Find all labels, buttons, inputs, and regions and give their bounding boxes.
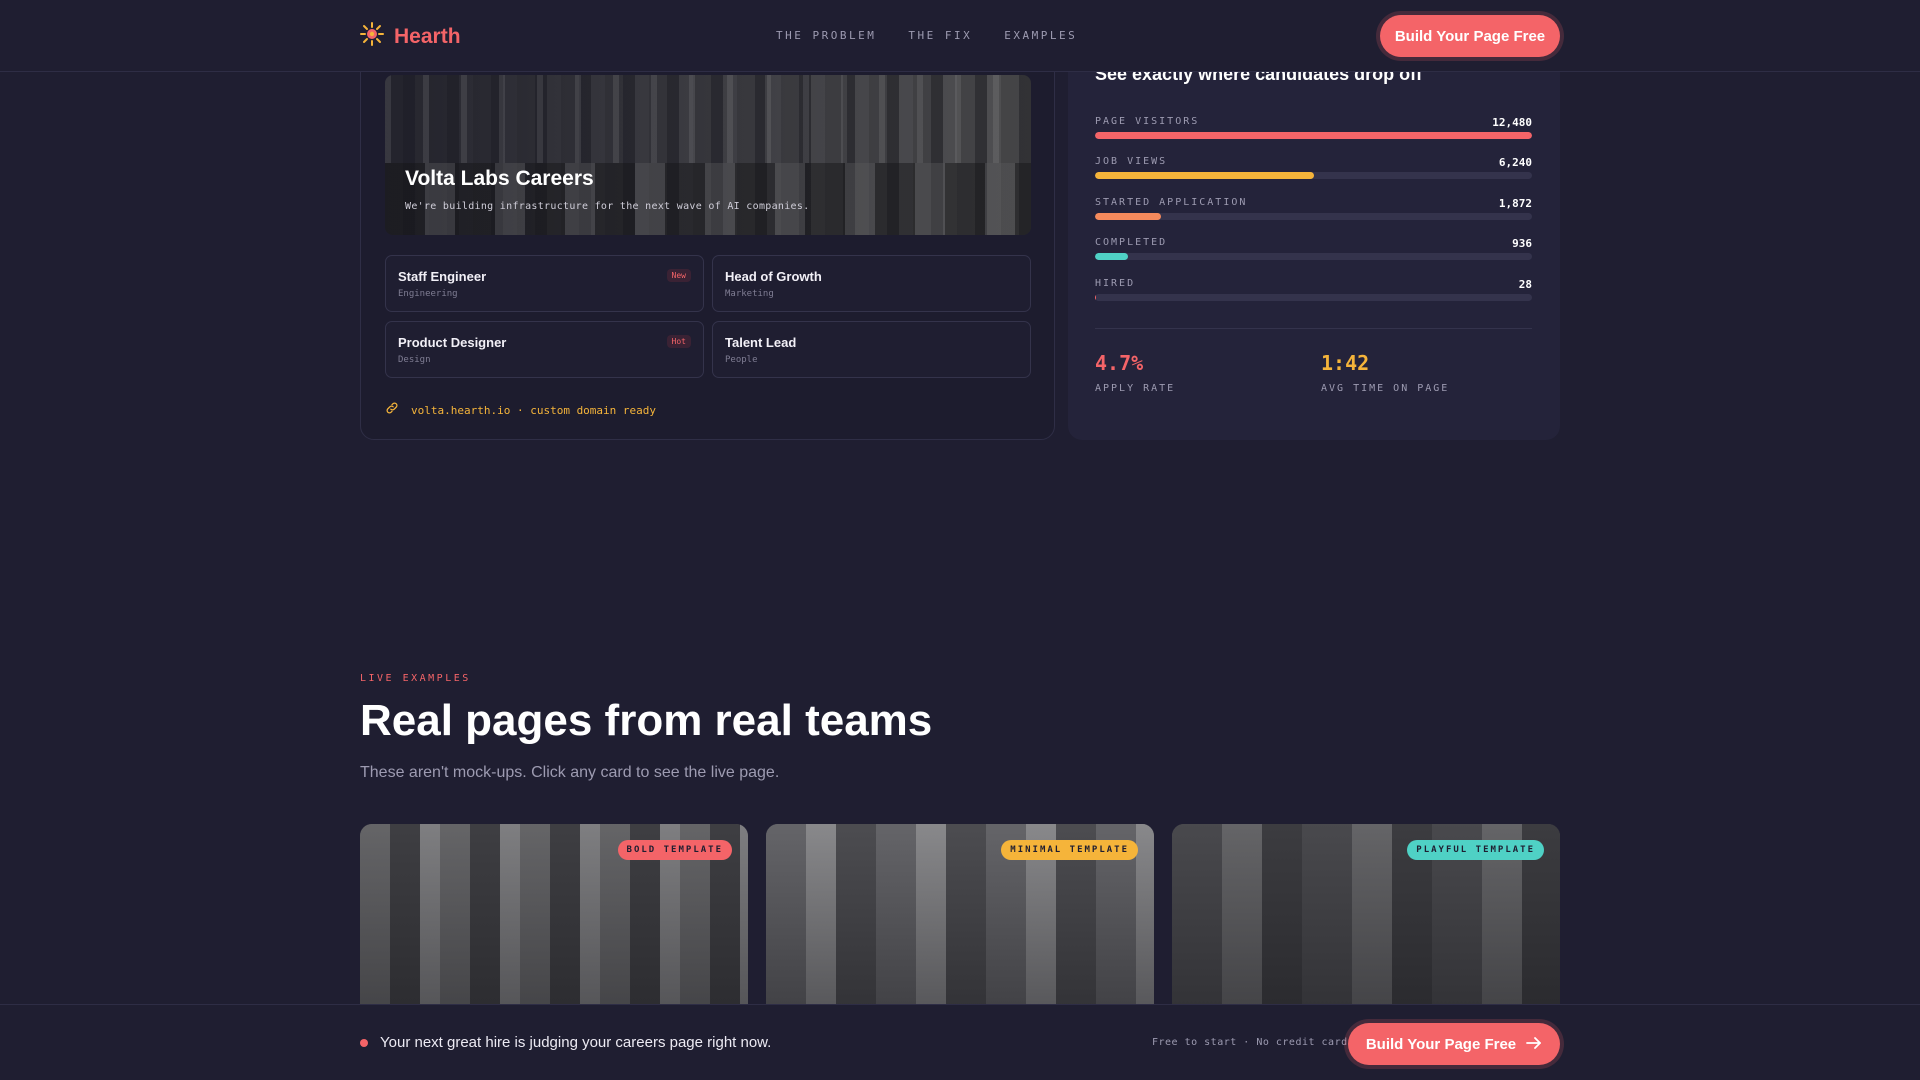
funnel-card: See exactly where candidates drop off PA… bbox=[1068, 48, 1560, 440]
example-badge: MINIMAL TEMPLATE bbox=[1001, 840, 1138, 860]
example-badge: BOLD TEMPLATE bbox=[617, 840, 732, 860]
example-card-bold[interactable]: BOLD TEMPLATE bbox=[360, 824, 748, 1014]
funnel-divider bbox=[1095, 328, 1532, 329]
custom-domain-line: volta.hearth.io · custom domain ready bbox=[385, 401, 656, 420]
funnel-row-label: COMPLETED bbox=[1095, 237, 1168, 248]
section-eyebrow: LIVE EXAMPLES bbox=[360, 673, 471, 684]
section-subtitle: These aren't mock-ups. Click any card to… bbox=[360, 764, 780, 781]
funnel-row-value: 936 bbox=[1512, 237, 1532, 250]
funnel-row-label: PAGE VISITORS bbox=[1095, 116, 1200, 127]
sticky-cta-bar: Your next great hire is judging your car… bbox=[0, 1004, 1920, 1080]
metric-value: 4.7% bbox=[1095, 351, 1144, 375]
sticky-cta-label: Build Your Page Free bbox=[1365, 1035, 1517, 1053]
metric-value: 1:42 bbox=[1321, 351, 1370, 375]
sticky-cta-button[interactable]: Build Your Page Free bbox=[1348, 1023, 1560, 1065]
example-card-playful[interactable]: PLAYFUL TEMPLATE bbox=[1172, 824, 1560, 1014]
job-card[interactable]: Staff Engineer Engineering New bbox=[385, 255, 704, 312]
job-dept: People bbox=[725, 355, 758, 365]
arrow-right-icon bbox=[1526, 1036, 1542, 1053]
status-dot bbox=[360, 1039, 368, 1047]
careers-subtitle: We're building infrastructure for the ne… bbox=[405, 201, 810, 212]
nav-cta-button[interactable]: Build Your Page Free bbox=[1380, 15, 1560, 57]
link-icon bbox=[385, 401, 399, 420]
sun-icon bbox=[360, 22, 384, 51]
funnel-row-label: STARTED APPLICATION bbox=[1095, 197, 1248, 208]
example-card-minimal[interactable]: MINIMAL TEMPLATE bbox=[766, 824, 1154, 1014]
section-title: Real pages from real teams bbox=[360, 696, 933, 745]
funnel-row-value: 28 bbox=[1518, 278, 1532, 291]
top-nav: Hearth THE PROBLEM THE FIX EXAMPLES Buil… bbox=[0, 0, 1920, 72]
funnel-track bbox=[1095, 132, 1532, 139]
brand-name: Hearth bbox=[394, 24, 461, 48]
job-badge-new: New bbox=[666, 269, 691, 282]
funnel-row-value: 6,240 bbox=[1498, 156, 1532, 169]
metric-avg-time: 1:42 AVG TIME ON PAGE bbox=[1321, 351, 1449, 394]
job-title: Talent Lead bbox=[725, 335, 797, 350]
job-card[interactable]: Talent Lead People bbox=[712, 321, 1031, 378]
funnel-track bbox=[1095, 172, 1532, 179]
funnel-row-value: 12,480 bbox=[1492, 116, 1532, 129]
nav-links: THE PROBLEM THE FIX EXAMPLES bbox=[776, 29, 1077, 42]
careers-hero-image: Volta Labs Careers We're building infras… bbox=[385, 75, 1031, 235]
nav-link-examples[interactable]: EXAMPLES bbox=[1004, 29, 1077, 42]
careers-preview-card: Volta Labs Careers We're building infras… bbox=[360, 48, 1055, 440]
job-title: Product Designer bbox=[398, 335, 507, 350]
metric-apply-rate: 4.7% APPLY RATE bbox=[1095, 351, 1175, 394]
funnel-track bbox=[1095, 294, 1532, 301]
metric-label: APPLY RATE bbox=[1095, 383, 1176, 394]
nav-link-fix[interactable]: THE FIX bbox=[908, 29, 972, 42]
funnel-track bbox=[1095, 253, 1532, 260]
nav-link-problem[interactable]: THE PROBLEM bbox=[776, 29, 876, 42]
funnel-row-label: HIRED bbox=[1095, 278, 1136, 289]
job-card[interactable]: Head of Growth Marketing bbox=[712, 255, 1031, 312]
funnel-bar-fill bbox=[1095, 172, 1314, 179]
sticky-note: Free to start · No credit card bbox=[1152, 1037, 1348, 1048]
funnel-bar-fill bbox=[1095, 294, 1097, 301]
example-badge: PLAYFUL TEMPLATE bbox=[1407, 840, 1544, 860]
job-badge-hot: Hot bbox=[666, 335, 691, 348]
careers-title: Volta Labs Careers bbox=[405, 167, 594, 190]
metric-label: AVG TIME ON PAGE bbox=[1321, 383, 1450, 394]
funnel-bar-fill bbox=[1095, 132, 1532, 139]
office-windows-decoration bbox=[385, 75, 1031, 163]
funnel-row-label: JOB VIEWS bbox=[1095, 156, 1168, 167]
brand[interactable]: Hearth bbox=[360, 22, 461, 51]
funnel-bar-fill bbox=[1095, 253, 1128, 260]
job-title: Head of Growth bbox=[725, 269, 822, 284]
job-card[interactable]: Product Designer Design Hot bbox=[385, 321, 704, 378]
funnel-track bbox=[1095, 213, 1532, 220]
job-dept: Design bbox=[398, 355, 431, 365]
custom-domain-text[interactable]: volta.hearth.io · custom domain ready bbox=[411, 404, 656, 417]
funnel-row-value: 1,872 bbox=[1498, 197, 1532, 210]
job-dept: Engineering bbox=[398, 289, 458, 299]
funnel-bar-fill bbox=[1095, 213, 1161, 220]
sticky-text: Your next great hire is judging your car… bbox=[380, 1034, 772, 1051]
job-title: Staff Engineer bbox=[398, 269, 487, 284]
job-dept: Marketing bbox=[725, 289, 774, 299]
